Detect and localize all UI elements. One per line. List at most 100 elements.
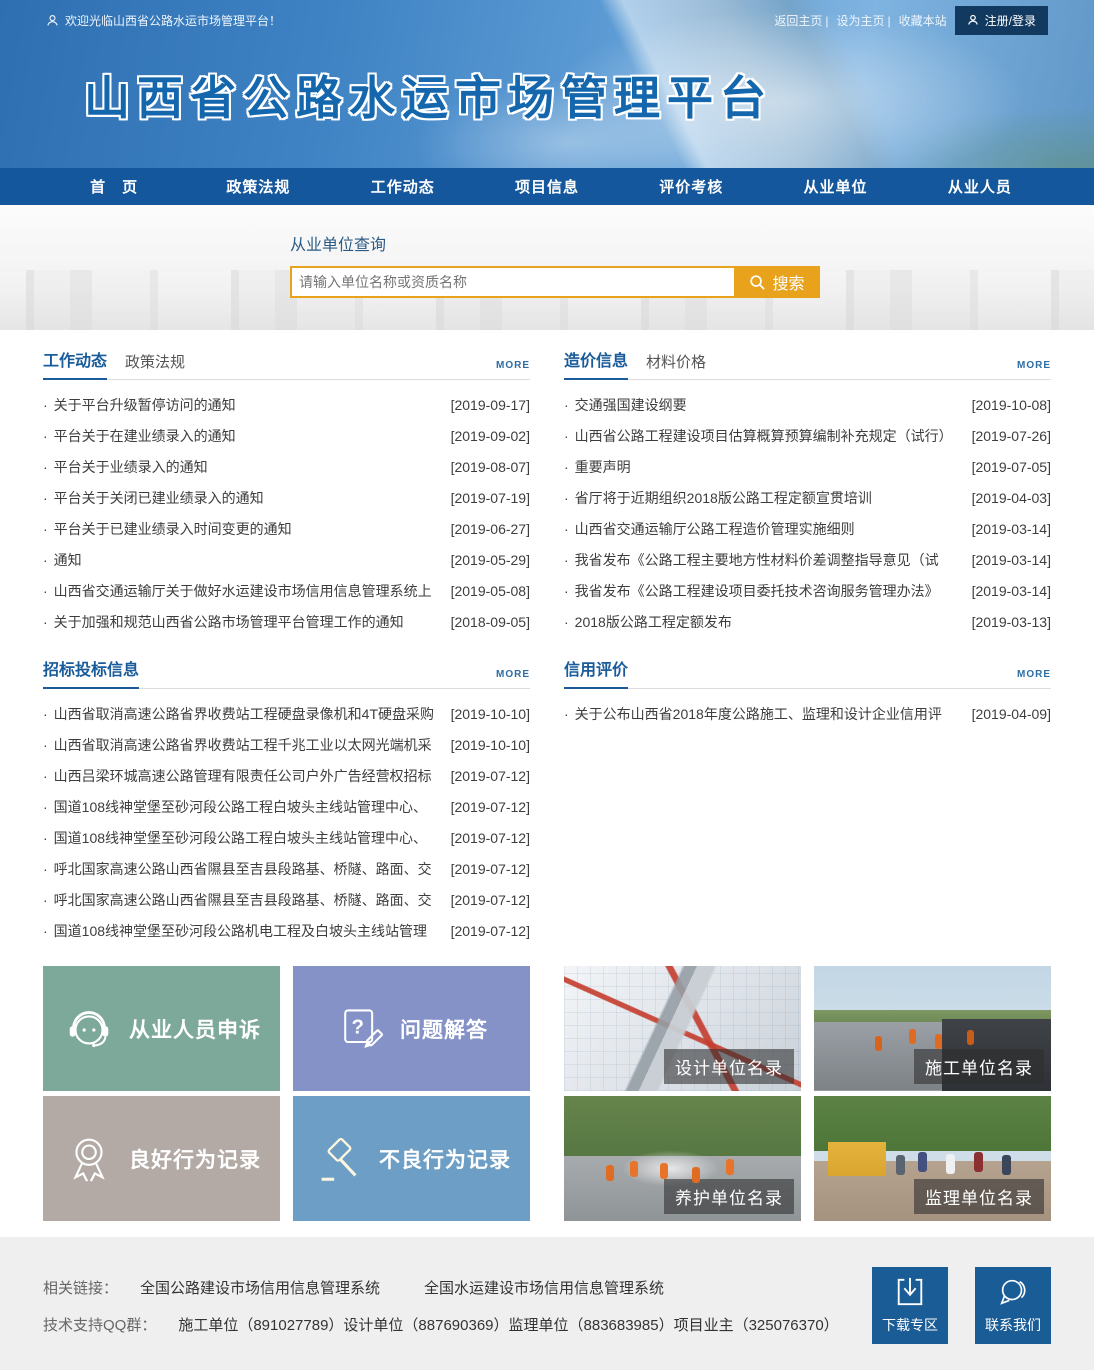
- topbar-links: 返回主页设为主页收藏本站: [774, 12, 946, 29]
- photo-construction-directory[interactable]: 施工单位名录: [814, 966, 1051, 1091]
- user-icon: [46, 13, 59, 28]
- photo-maintenance-directory[interactable]: 养护单位名录: [564, 1096, 801, 1221]
- nav-item[interactable]: 首 页: [42, 168, 186, 205]
- news-item[interactable]: 国道108线神堂堡至砂河段公路工程白坡头主线站管理中心、 [2019-07-12…: [43, 791, 530, 822]
- footer: 相关链接： 全国公路建设市场信用信息管理系统全国水运建设市场信用信息管理系统 技…: [0, 1237, 1094, 1370]
- contact-us-label: 联系我们: [985, 1315, 1041, 1335]
- tile-question-answer[interactable]: ? 问题解答: [293, 966, 530, 1091]
- nav-item[interactable]: 工作动态: [331, 168, 475, 205]
- news-item[interactable]: 平台关于业绩录入的通知 [2019-08-07]: [43, 451, 530, 482]
- qq-support-label: 技术支持QQ群：: [43, 1314, 156, 1335]
- news-title: 关于平台升级暂停访问的通知: [43, 395, 236, 415]
- news-item[interactable]: 2018版公路工程定额发布 [2019-03-13]: [564, 606, 1051, 637]
- qq-groups-text: 施工单位（891027789）设计单位（887690369）监理单位（88368…: [178, 1314, 838, 1335]
- news-title: 平台关于关闭已建业绩录入的通知: [43, 488, 264, 508]
- search-button[interactable]: 搜索: [734, 266, 820, 298]
- welcome-label: 欢迎光临山西省公路水运市场管理平台！: [65, 12, 281, 29]
- news-item[interactable]: 呼北国家高速公路山西省隰县至吉县段路基、桥隧、路面、交 [2019-07-12]: [43, 884, 530, 915]
- news-item[interactable]: 山西省取消高速公路省界收费站工程硬盘录像机和4T硬盘采购 [2019-10-10…: [43, 698, 530, 729]
- more-link[interactable]: MORE: [496, 360, 530, 379]
- news-item[interactable]: 关于加强和规范山西省公路市场管理平台管理工作的通知 [2018-09-05]: [43, 606, 530, 637]
- tab-bidding[interactable]: 招标投标信息: [43, 656, 139, 689]
- news-date: [2019-07-26]: [966, 428, 1051, 444]
- tile-bad-behavior[interactable]: 不良行为记录: [293, 1096, 530, 1221]
- tab-credit-rating[interactable]: 信用评价: [564, 656, 628, 689]
- nav-item[interactable]: 政策法规: [186, 168, 330, 205]
- news-item[interactable]: 山西省交通运输厅关于做好水运建设市场信用信息管理系统上 [2019-05-08]: [43, 575, 530, 606]
- quick-tiles: 从业人员申诉 ? 问题解答: [43, 966, 530, 1221]
- news-item[interactable]: 我省发布《公路工程建设项目委托技术咨询服务管理办法》 [2019-03-14]: [564, 575, 1051, 606]
- more-link[interactable]: MORE: [1017, 360, 1051, 379]
- nav-item[interactable]: 从业单位: [763, 168, 907, 205]
- news-item[interactable]: 国道108线神堂堡至砂河段公路机电工程及白坡头主线站管理 [2019-07-12…: [43, 915, 530, 946]
- news-title: 国道108线神堂堡至砂河段公路工程白坡头主线站管理中心、: [43, 828, 427, 848]
- news-item[interactable]: 我省发布《公路工程主要地方性材料价差调整指导意见（试 [2019-03-14]: [564, 544, 1051, 575]
- news-item[interactable]: 平台关于关闭已建业绩录入的通知 [2019-07-19]: [43, 482, 530, 513]
- news-item[interactable]: 山西省交通运输厅公路工程造价管理实施细则 [2019-03-14]: [564, 513, 1051, 544]
- topbar-link[interactable]: 设为主页: [837, 12, 891, 29]
- footer-link[interactable]: 全国水运建设市场信用信息管理系统: [424, 1280, 664, 1297]
- tab-cost-info[interactable]: 造价信息: [564, 347, 628, 380]
- news-item[interactable]: 山西吕梁环城高速公路管理有限责任公司户外广告经营权招标 [2019-07-12]: [43, 760, 530, 791]
- news-item[interactable]: 平台关于已建业绩录入时间变更的通知 [2019-06-27]: [43, 513, 530, 544]
- news-title: 山西省取消高速公路省界收费站工程千兆工业以太网光端机采: [43, 735, 432, 755]
- news-item[interactable]: 国道108线神堂堡至砂河段公路工程白坡头主线站管理中心、 [2019-07-12…: [43, 822, 530, 853]
- news-title: 通知: [43, 550, 82, 570]
- news-date: [2019-03-14]: [966, 552, 1051, 568]
- news-title: 交通强国建设纲要: [564, 395, 687, 415]
- search-icon: [749, 274, 766, 291]
- news-title: 我省发布《公路工程主要地方性材料价差调整指导意见（试: [564, 550, 939, 570]
- photo-label: 监理单位名录: [914, 1179, 1044, 1214]
- nav-item[interactable]: 从业人员: [908, 168, 1052, 205]
- tile-personnel-appeal[interactable]: 从业人员申诉: [43, 966, 280, 1091]
- search-section: 从业单位查询 搜索: [0, 205, 1094, 330]
- more-link[interactable]: MORE: [496, 669, 530, 688]
- news-item[interactable]: 平台关于在建业绩录入的通知 [2019-09-02]: [43, 420, 530, 451]
- footer-link[interactable]: 全国公路建设市场信用信息管理系统: [140, 1280, 380, 1297]
- news-item[interactable]: 交通强国建设纲要 [2019-10-08]: [564, 389, 1051, 420]
- topbar-link[interactable]: 收藏本站: [899, 12, 947, 29]
- tile-label: 良好行为记录: [129, 1144, 261, 1174]
- news-title: 呼北国家高速公路山西省隰县至吉县段路基、桥隧、路面、交: [43, 890, 432, 910]
- download-zone-button[interactable]: 下载专区: [872, 1267, 948, 1344]
- news-item[interactable]: 省厅将于近期组织2018版公路工程定额宣贯培训 [2019-04-03]: [564, 482, 1051, 513]
- news-title: 呼北国家高速公路山西省隰县至吉县段路基、桥隧、路面、交: [43, 859, 432, 879]
- contact-us-button[interactable]: 联系我们: [975, 1267, 1051, 1344]
- header-banner: 欢迎光临山西省公路水运市场管理平台！ 返回主页设为主页收藏本站 注册/登录 山西…: [0, 0, 1094, 168]
- search-input[interactable]: [290, 266, 734, 298]
- news-title: 2018版公路工程定额发布: [564, 612, 732, 632]
- news-item[interactable]: 重要声明 [2019-07-05]: [564, 451, 1051, 482]
- site-title: 山西省公路水运市场管理平台: [84, 62, 773, 128]
- news-title: 重要声明: [564, 457, 631, 477]
- news-item[interactable]: 山西省公路工程建设项目估算概算预算编制补充规定（试行） [2019-07-26]: [564, 420, 1051, 451]
- news-item[interactable]: 山西省取消高速公路省界收费站工程千兆工业以太网光端机采 [2019-10-10]: [43, 729, 530, 760]
- topbar-link[interactable]: 返回主页: [774, 12, 828, 29]
- register-login-label: 注册/登录: [985, 12, 1036, 29]
- news-item[interactable]: 通知 [2019-05-29]: [43, 544, 530, 575]
- more-link[interactable]: MORE: [1017, 669, 1051, 688]
- news-title: 省厅将于近期组织2018版公路工程定额宣贯培训: [564, 488, 872, 508]
- news-item[interactable]: 呼北国家高速公路山西省隰县至吉县段路基、桥隧、路面、交 [2019-07-12]: [43, 853, 530, 884]
- search-section-title: 从业单位查询: [290, 231, 1094, 255]
- nav-item[interactable]: 项目信息: [475, 168, 619, 205]
- tab-material-price[interactable]: 材料价格: [646, 351, 706, 379]
- headset-icon: [62, 1002, 116, 1056]
- register-login-button[interactable]: 注册/登录: [955, 6, 1048, 35]
- nav-item[interactable]: 评价考核: [619, 168, 763, 205]
- news-date: [2019-07-19]: [445, 490, 530, 506]
- section-bidding: 招标投标信息 MORE 山西省取消高速公路省界收费站工程硬盘录像机和4T硬盘采购…: [43, 659, 530, 946]
- news-date: [2019-07-12]: [445, 830, 530, 846]
- news-item[interactable]: 关于平台升级暂停访问的通知 [2019-09-17]: [43, 389, 530, 420]
- tile-good-behavior[interactable]: 良好行为记录: [43, 1096, 280, 1221]
- news-date: [2019-08-07]: [445, 459, 530, 475]
- welcome-text: 欢迎光临山西省公路水运市场管理平台！: [46, 12, 281, 29]
- download-zone-label: 下载专区: [882, 1315, 938, 1335]
- news-item[interactable]: 关于公布山西省2018年度公路施工、监理和设计企业信用评 [2019-04-09…: [564, 698, 1051, 729]
- news-date: [2019-09-17]: [445, 397, 530, 413]
- news-title: 平台关于在建业绩录入的通知: [43, 426, 236, 446]
- tab-work-news[interactable]: 工作动态: [43, 347, 107, 380]
- photo-supervision-directory[interactable]: 监理单位名录: [814, 1096, 1051, 1221]
- photo-design-directory[interactable]: 设计单位名录: [564, 966, 801, 1091]
- tab-policy[interactable]: 政策法规: [125, 351, 185, 379]
- news-title: 关于加强和规范山西省公路市场管理平台管理工作的通知: [43, 612, 404, 632]
